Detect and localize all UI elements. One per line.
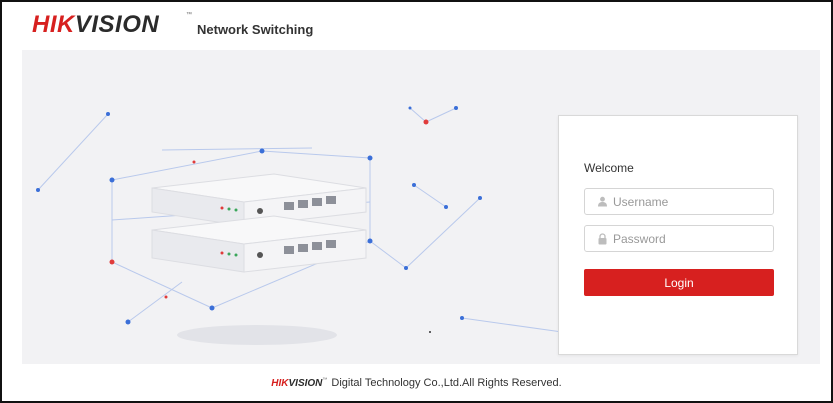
copyright-text: Digital Technology Co.,Ltd.All Rights Re… <box>331 377 562 389</box>
login-card: Welcome Login <box>558 115 798 355</box>
switch-bottom <box>151 215 367 273</box>
product-title: Network Switching <box>197 22 314 37</box>
hikvision-logo: HIKVISION <box>32 11 159 39</box>
header: HIKVISION ™ Network Switching <box>2 2 831 47</box>
password-input[interactable] <box>613 231 763 246</box>
footer-logo: HIKVISION <box>271 378 322 389</box>
welcome-label: Welcome <box>584 161 634 175</box>
login-button[interactable]: Login <box>584 269 774 296</box>
page-frame: HIKVISION ™ Network Switching Welcome Us… <box>0 0 833 403</box>
footer-logo-red: HIK <box>271 378 289 389</box>
switch-shadow <box>177 325 337 345</box>
lock-icon <box>591 226 613 251</box>
user-icon <box>591 189 613 214</box>
username-input[interactable] <box>613 194 763 209</box>
footer-logo-dark: VISION <box>288 378 323 389</box>
logo-red-text: HIK <box>32 11 75 38</box>
footer: HIKVISION™ Digital Technology Co.,Ltd.All… <box>2 377 831 401</box>
footer-trademark: ™ <box>322 377 328 383</box>
logo-dark-text: VISION <box>74 11 160 38</box>
password-field[interactable] <box>584 225 774 252</box>
username-field[interactable] <box>584 188 774 215</box>
trademark-symbol: ™ <box>186 12 192 18</box>
